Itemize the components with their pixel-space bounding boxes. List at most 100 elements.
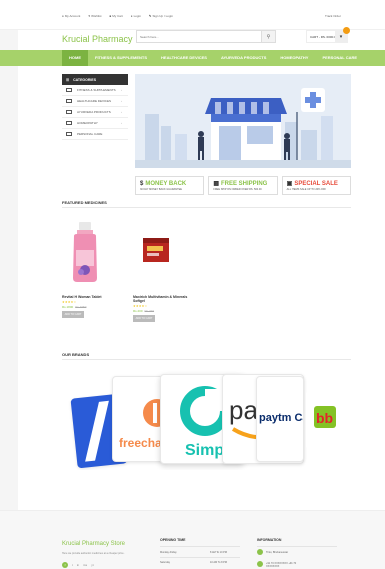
truck-icon: ▩ bbox=[213, 181, 219, 187]
brand-card-bb[interactable]: bb bbox=[306, 390, 350, 450]
product-name[interactable]: Maxirich Multivitamin & Minerals Softgel bbox=[133, 295, 193, 303]
search-button[interactable]: ⚲ bbox=[261, 31, 275, 42]
product-rating: ★★★★☆ bbox=[133, 304, 148, 308]
footer: Krucial Pharmacy Store Here we provide a… bbox=[0, 510, 385, 569]
product-image-box bbox=[143, 238, 169, 262]
left-page-shade bbox=[0, 0, 18, 569]
promo-special-sale[interactable]: ▣ SPECIAL SALE ALL ITEMS SALE UP TO 20% O… bbox=[281, 176, 351, 195]
heart-icon: ♥ bbox=[88, 14, 91, 18]
top-link-account[interactable]: ● My Account bbox=[62, 14, 80, 18]
category-item-fitness[interactable]: FITNESS & SUPPLEMENTS › bbox=[62, 85, 128, 96]
linkedin-icon[interactable]: in bbox=[77, 563, 79, 567]
top-link-wishlist[interactable]: ♥ Wishlist bbox=[88, 14, 101, 18]
opening-hours: 8 AM To 10 PM bbox=[210, 551, 227, 554]
pencil-icon: ✎ bbox=[148, 14, 152, 18]
category-item-homeopathy[interactable]: HOMEOPATHY › bbox=[62, 118, 128, 129]
product-card[interactable]: Maxirich Multivitamin & Minerals Softgel… bbox=[133, 222, 193, 322]
menu-icon: ☰ bbox=[66, 77, 70, 82]
promo-strip: $ MONEY BACK 30 DAY MONEY BACK GUARANTEE … bbox=[135, 176, 351, 195]
product-image-bottle bbox=[73, 222, 97, 282]
main-nav: HOME FITNESS & SUPPLEMENTS HEALTHCARE DE… bbox=[0, 50, 385, 66]
product-price: Rs.200 Rs.220 bbox=[133, 309, 155, 313]
nav-home[interactable]: HOME bbox=[62, 50, 88, 66]
opening-day: Monday-Friday bbox=[160, 551, 177, 554]
facebook-icon[interactable]: f bbox=[62, 562, 68, 568]
chevron-right-icon: › bbox=[121, 99, 122, 103]
category-item-healthcare[interactable]: HEALTHCARE DEVICES › bbox=[62, 96, 128, 107]
chevron-right-icon: › bbox=[121, 121, 122, 125]
chevron-right-icon: › bbox=[121, 110, 122, 114]
product-price: Rs.1800 Rs.1950 bbox=[62, 305, 87, 309]
footer-divider bbox=[160, 546, 240, 547]
brands-title: OUR BRANDS bbox=[62, 352, 90, 357]
top-link-signup[interactable]: ✎ Sign Up / Login bbox=[149, 14, 173, 18]
footer-divider bbox=[257, 546, 337, 547]
chevron-right-icon: › bbox=[121, 88, 122, 92]
featured-title: FEATURED MEDICINES bbox=[62, 200, 107, 205]
twitter-icon[interactable]: t bbox=[72, 563, 73, 567]
nav-fitness[interactable]: FITNESS & SUPPLEMENTS bbox=[88, 50, 154, 66]
top-links: ● My Account ♥ Wishlist ■ My Cart ● Login ✎ S… bbox=[62, 14, 173, 18]
opening-hours: 10 AM To 8 PM bbox=[210, 561, 227, 564]
footer-divider bbox=[160, 557, 240, 558]
monitor-icon bbox=[66, 132, 72, 136]
top-bar: ● My Account ♥ Wishlist ■ My Cart ● Login ✎ S… bbox=[0, 0, 385, 30]
dollar-icon: $ bbox=[140, 180, 144, 187]
site-logo[interactable]: Krucial Pharmacy bbox=[62, 34, 133, 44]
monitor-icon bbox=[66, 99, 72, 103]
youtube-icon[interactable]: yt bbox=[91, 563, 93, 567]
search-box: ⚲ bbox=[136, 30, 276, 43]
rss-icon[interactable]: rss bbox=[83, 563, 87, 567]
product-card[interactable]: Revital H Woman Tablet ★★★★☆ Rs.1800 Rs.1… bbox=[62, 222, 122, 318]
gift-icon: ▣ bbox=[286, 181, 293, 187]
brands-divider bbox=[62, 359, 351, 360]
brand-name-paytm-cash: paytm Cash POINTS bbox=[259, 412, 304, 424]
promo-money-back[interactable]: $ MONEY BACK 30 DAY MONEY BACK GUARANTEE bbox=[135, 176, 205, 195]
info-address: Tinto, Bhubaneswar bbox=[266, 551, 289, 554]
cart-badge bbox=[343, 27, 350, 34]
track-order-link[interactable]: Track Order bbox=[325, 14, 341, 18]
category-item-personal-care[interactable]: PERSONAL CARE bbox=[62, 129, 128, 140]
product-rating: ★★★★☆ bbox=[62, 300, 77, 304]
pharmacy-illustration bbox=[135, 74, 351, 168]
cart-icon: ■ bbox=[109, 14, 112, 18]
opening-day: Saturday bbox=[160, 561, 171, 564]
add-to-cart-button[interactable]: ADD TO CART bbox=[62, 311, 84, 318]
search-input[interactable] bbox=[137, 31, 257, 42]
brand-logo-paytm-cash: paytm Cash POINTS bbox=[257, 401, 304, 437]
brand-logo-bb: bb bbox=[314, 406, 336, 428]
cart-label: CART - RS. 0000.00 bbox=[310, 34, 338, 39]
nav-homeopathy[interactable]: HOMEOPATHY bbox=[273, 50, 315, 66]
top-link-login[interactable]: ● Login bbox=[131, 14, 141, 18]
categories-panel: ☰ CATEGORIES FITNESS & SUPPLEMENTS › HEAL… bbox=[62, 74, 128, 140]
promo-free-shipping[interactable]: ▩ FREE SHIPPING FREE SHIP ON ORDER OVER R… bbox=[208, 176, 278, 195]
brand-name-bb: bb bbox=[316, 410, 333, 426]
hero-banner[interactable] bbox=[135, 74, 351, 168]
nav-ayurveda[interactable]: AYURVEDA PRODUCTS bbox=[214, 50, 273, 66]
brand-card-paytm-cash[interactable]: paytm Cash POINTS bbox=[256, 376, 304, 462]
location-icon bbox=[257, 549, 263, 555]
footer-store-name: Krucial Pharmacy Store bbox=[62, 541, 126, 547]
monitor-icon bbox=[66, 88, 72, 92]
top-link-cart[interactable]: ■ My Cart bbox=[109, 14, 122, 18]
lock-icon: ● bbox=[130, 14, 133, 18]
information-title: INFORMATION bbox=[257, 538, 282, 542]
user-icon: ● bbox=[62, 14, 64, 18]
monitor-icon bbox=[66, 110, 72, 114]
footer-description: Here we provide authentic medicines at a… bbox=[62, 552, 125, 555]
phone-icon bbox=[257, 561, 263, 567]
featured-divider bbox=[62, 207, 351, 208]
category-item-ayurveda[interactable]: AYURVEDA PRODUCTS › bbox=[62, 107, 128, 118]
add-to-cart-button[interactable]: ADD TO CART bbox=[133, 315, 155, 322]
monitor-icon bbox=[66, 121, 72, 125]
brands-carousel[interactable]: freecharge Simpl paytm paytm Cash POINTS… bbox=[62, 370, 351, 470]
nav-personal-care[interactable]: PERSONAL CARE bbox=[315, 50, 364, 66]
search-icon: ⚲ bbox=[266, 33, 271, 40]
footer-social: f t in rss yt bbox=[62, 562, 94, 568]
opening-time-title: OPENING TIME bbox=[160, 538, 186, 542]
cart-summary[interactable]: CART - RS. 0000.00 ▾ bbox=[306, 30, 348, 43]
product-name[interactable]: Revital H Woman Tablet bbox=[62, 295, 122, 299]
categories-header[interactable]: ☰ CATEGORIES bbox=[62, 74, 128, 85]
nav-healthcare[interactable]: HEALTHCARE DEVICES bbox=[154, 50, 214, 66]
info-phone: +91 70 XXXXXXXX +91 70 XXXXXXXX bbox=[266, 562, 297, 568]
